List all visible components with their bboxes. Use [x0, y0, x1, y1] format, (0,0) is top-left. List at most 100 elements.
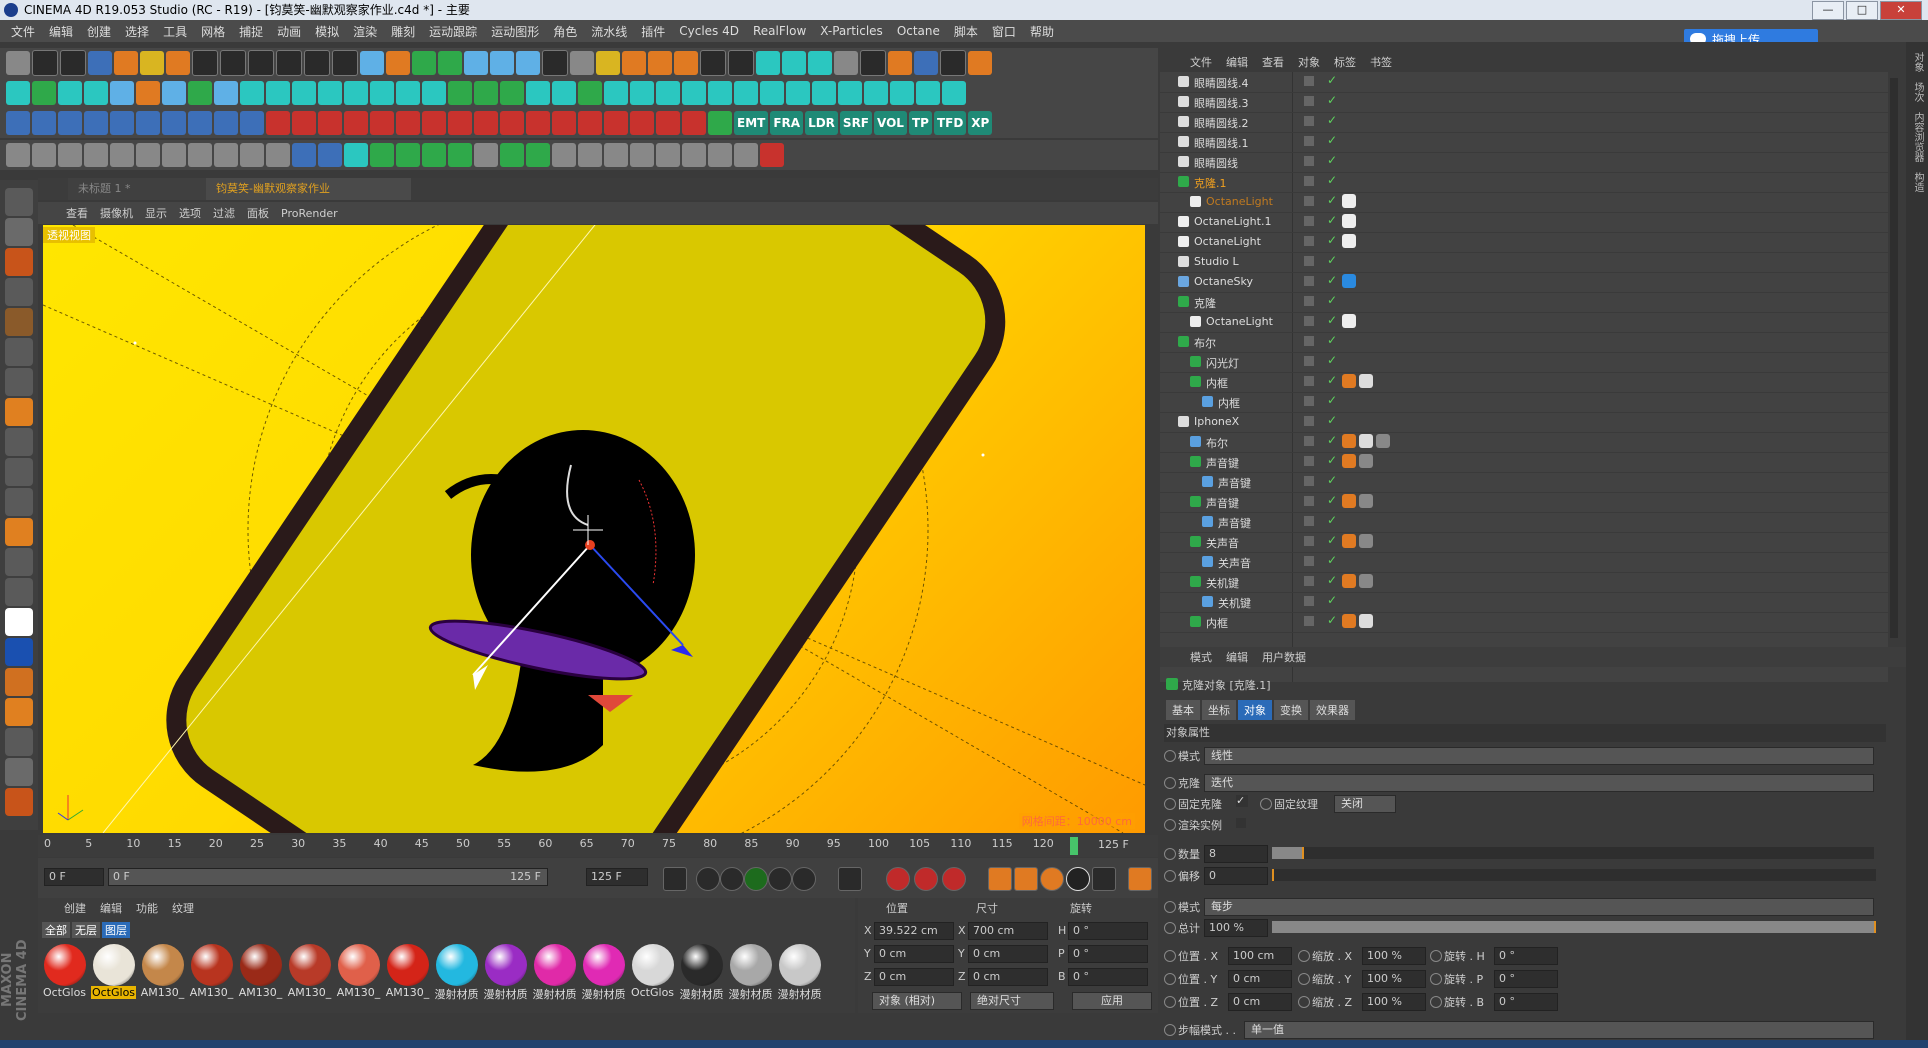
- mode2-dropdown[interactable]: 每步: [1204, 898, 1874, 916]
- utility-tool-icon[interactable]: [708, 143, 732, 167]
- size-z-field[interactable]: 0 cm: [968, 968, 1048, 986]
- utility-tool-icon[interactable]: [500, 143, 524, 167]
- left-tool-icon[interactable]: [5, 488, 33, 516]
- object-row[interactable]: 关机键 ✓: [1160, 592, 1888, 613]
- object-row[interactable]: 克隆.1 ✓: [1160, 172, 1888, 193]
- main-tool-icon[interactable]: [782, 51, 806, 75]
- deform-tool-icon[interactable]: [6, 111, 30, 135]
- menu-item[interactable]: 运动跟踪: [422, 23, 484, 40]
- create-tool-icon[interactable]: [552, 81, 576, 105]
- position-x-field[interactable]: 39.522 cm: [874, 922, 954, 940]
- size-y-field[interactable]: 0 cm: [968, 945, 1048, 963]
- menu-item[interactable]: 渲染: [346, 23, 384, 40]
- main-tool-icon[interactable]: [490, 51, 514, 75]
- deform-tool-icon[interactable]: [370, 111, 394, 135]
- utility-tool-icon[interactable]: [318, 143, 342, 167]
- menu-item[interactable]: X-Particles: [813, 24, 890, 38]
- main-tool-icon[interactable]: [596, 51, 620, 75]
- enabled-check-icon[interactable]: ✓: [1327, 193, 1337, 207]
- enabled-check-icon[interactable]: ✓: [1327, 393, 1337, 407]
- object-row[interactable]: IphoneX ✓: [1160, 412, 1888, 433]
- keyframe-help-icon[interactable]: [942, 867, 966, 891]
- rotation-field[interactable]: 0 °: [1494, 947, 1558, 965]
- side-tab[interactable]: 内容浏览器: [1910, 112, 1925, 162]
- create-tool-icon[interactable]: [396, 81, 420, 105]
- left-tool-icon[interactable]: [5, 608, 33, 636]
- layer-visibility-icon[interactable]: [1304, 236, 1314, 246]
- utility-tool-icon[interactable]: [162, 143, 186, 167]
- layer-visibility-icon[interactable]: [1304, 456, 1314, 466]
- object-menu-item[interactable]: 标签: [1334, 54, 1356, 70]
- create-tool-icon[interactable]: [916, 81, 940, 105]
- left-tool-icon[interactable]: [5, 368, 33, 396]
- check-tag-icon[interactable]: [1359, 374, 1373, 388]
- create-tool-icon[interactable]: [266, 81, 290, 105]
- main-tool-icon[interactable]: [674, 51, 698, 75]
- rotation-b-field[interactable]: 0 °: [1068, 968, 1148, 986]
- enabled-check-icon[interactable]: ✓: [1327, 473, 1337, 487]
- position-z-field[interactable]: 0 cm: [874, 968, 954, 986]
- enabled-check-icon[interactable]: ✓: [1327, 333, 1337, 347]
- create-tool-icon[interactable]: [708, 81, 732, 105]
- layer-visibility-icon[interactable]: [1304, 216, 1314, 226]
- anim-dot-icon[interactable]: [1430, 950, 1442, 962]
- attribute-tab[interactable]: 变换: [1274, 700, 1308, 720]
- layer-visibility-icon[interactable]: [1304, 156, 1314, 166]
- position-field[interactable]: 0 cm: [1228, 993, 1292, 1011]
- main-tool-icon[interactable]: [166, 51, 190, 75]
- enabled-check-icon[interactable]: ✓: [1327, 93, 1337, 107]
- side-tab[interactable]: 场次: [1910, 82, 1925, 102]
- step-mode-dropdown[interactable]: 单一值: [1244, 1021, 1874, 1039]
- offset-field[interactable]: 0: [1204, 867, 1268, 885]
- attribute-tab[interactable]: 坐标: [1202, 700, 1236, 720]
- utility-tool-icon[interactable]: [58, 143, 82, 167]
- sphere-tag-icon[interactable]: [1359, 574, 1373, 588]
- layer-visibility-icon[interactable]: [1304, 416, 1314, 426]
- plugin-vol-button[interactable]: VOL: [874, 111, 907, 135]
- deform-tool-icon[interactable]: [344, 111, 368, 135]
- main-tool-icon[interactable]: [248, 50, 274, 76]
- light-tag-icon[interactable]: [1342, 314, 1356, 328]
- minimize-button[interactable]: —: [1812, 1, 1844, 20]
- object-menu-item[interactable]: 查看: [1262, 54, 1284, 70]
- deform-tool-icon[interactable]: [526, 111, 550, 135]
- left-tool-icon[interactable]: [5, 578, 33, 606]
- create-tool-icon[interactable]: [812, 81, 836, 105]
- main-tool-icon[interactable]: [834, 51, 858, 75]
- enabled-check-icon[interactable]: ✓: [1327, 593, 1337, 607]
- object-row[interactable]: Studio L ✓: [1160, 252, 1888, 273]
- next-frame-icon[interactable]: [768, 867, 792, 891]
- anim-dot-icon[interactable]: [1298, 996, 1310, 1008]
- object-row[interactable]: 关机键 ✓: [1160, 572, 1888, 593]
- main-tool-icon[interactable]: [570, 51, 594, 75]
- timeline-window-icon[interactable]: [1128, 867, 1152, 891]
- deform-tool-icon[interactable]: [110, 111, 134, 135]
- object-row[interactable]: 眼睛圆线.2 ✓: [1160, 112, 1888, 133]
- main-tool-icon[interactable]: [6, 51, 30, 75]
- left-tool-icon[interactable]: [5, 248, 33, 276]
- fix-clone-checkbox[interactable]: ✓: [1236, 795, 1248, 807]
- anim-dot-icon[interactable]: [1164, 777, 1176, 789]
- object-row[interactable]: 关声音 ✓: [1160, 532, 1888, 553]
- create-tool-icon[interactable]: [734, 81, 758, 105]
- enabled-check-icon[interactable]: ✓: [1327, 273, 1337, 287]
- deform-tool-icon[interactable]: [162, 111, 186, 135]
- light-tag-icon[interactable]: [1342, 214, 1356, 228]
- material-swatch[interactable]: 漫射材质: [532, 944, 577, 1006]
- menu-item[interactable]: 雕刻: [384, 23, 422, 40]
- layer-visibility-icon[interactable]: [1304, 556, 1314, 566]
- main-tool-icon[interactable]: [276, 50, 302, 76]
- layer-visibility-icon[interactable]: [1304, 476, 1314, 486]
- enabled-check-icon[interactable]: ✓: [1327, 413, 1337, 427]
- utility-tool-icon[interactable]: [110, 143, 134, 167]
- left-tool-icon[interactable]: [5, 638, 33, 666]
- material-swatch[interactable]: 漫射材质: [679, 944, 724, 1006]
- layer-visibility-icon[interactable]: [1304, 516, 1314, 526]
- attribute-menu-item[interactable]: 编辑: [1226, 649, 1248, 665]
- layer-visibility-icon[interactable]: [1304, 436, 1314, 446]
- utility-tool-icon[interactable]: [578, 143, 602, 167]
- plugin-emt-button[interactable]: EMT: [734, 111, 769, 135]
- utility-tool-icon[interactable]: [32, 143, 56, 167]
- object-list-scrollbar[interactable]: [1890, 78, 1898, 638]
- plugin-ldr-button[interactable]: LDR: [805, 111, 838, 135]
